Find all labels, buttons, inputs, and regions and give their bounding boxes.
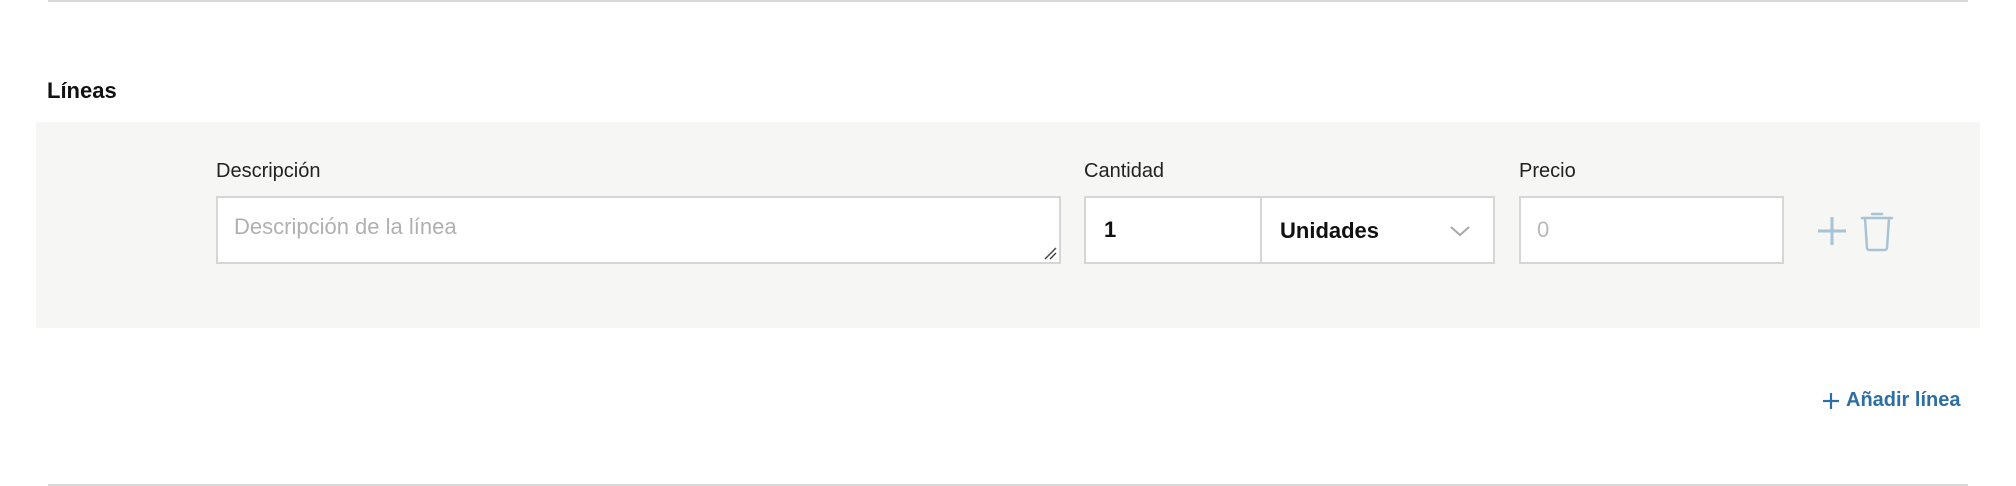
chevron-down-icon — [1450, 226, 1470, 237]
add-line-label: Añadir línea — [1846, 389, 1961, 411]
resize-grip-icon[interactable] — [1041, 244, 1057, 260]
quantity-label: Cantidad — [1084, 160, 1165, 182]
description-textarea[interactable] — [218, 198, 1059, 262]
price-label: Precio — [1519, 160, 1576, 182]
price-field-container — [1519, 196, 1784, 264]
quantity-input[interactable] — [1086, 198, 1260, 262]
price-input[interactable] — [1521, 198, 1782, 262]
plus-icon — [1823, 392, 1839, 409]
section-title: Líneas — [47, 78, 117, 103]
description-label: Descripción — [216, 160, 321, 182]
unit-select[interactable]: Unidades — [1260, 196, 1495, 264]
unit-selected-value: Unidades — [1280, 218, 1380, 243]
trash-icon[interactable] — [1860, 210, 1894, 252]
add-line-button[interactable]: Añadir línea — [1822, 389, 1960, 412]
top-divider — [48, 0, 1968, 2]
quantity-field-container — [1084, 196, 1262, 264]
line-item-row: Descripción Cantidad Precio Unidades — [36, 122, 1980, 328]
description-field-container — [216, 196, 1061, 264]
plus-icon[interactable] — [1817, 216, 1847, 246]
